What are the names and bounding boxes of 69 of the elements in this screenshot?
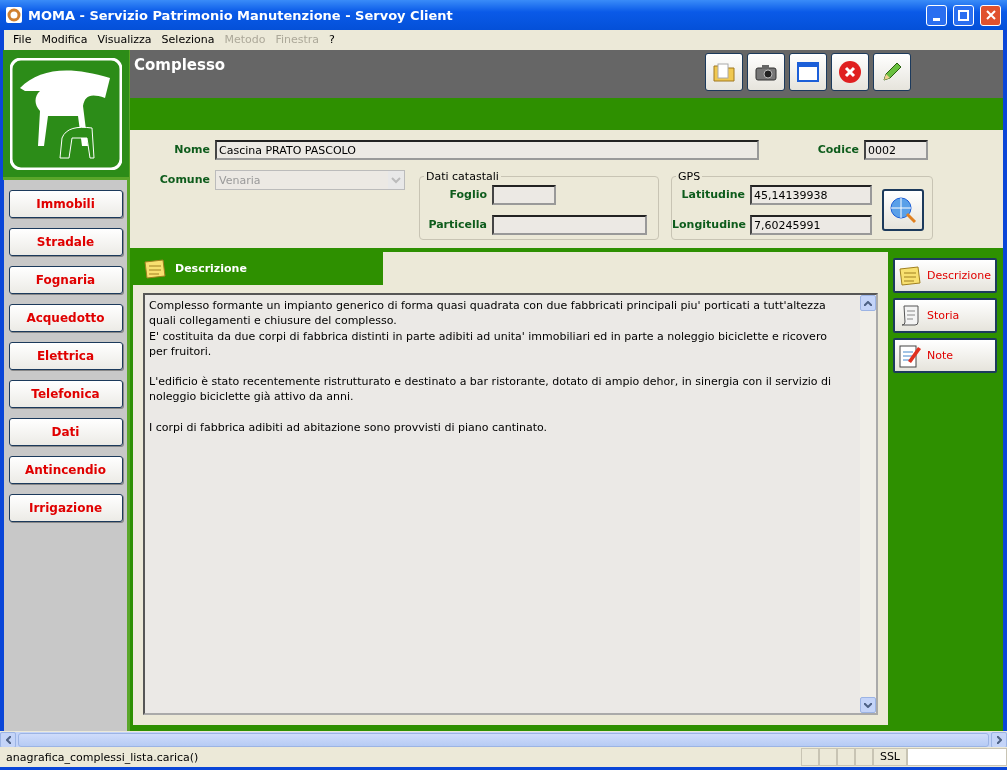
toolbar-button[interactable] — [789, 53, 827, 91]
scroll-up-button[interactable] — [860, 295, 876, 311]
group-title: Dati catastali — [425, 170, 500, 183]
category-button[interactable]: Immobili — [8, 190, 123, 218]
status-cell — [818, 748, 837, 766]
camera-icon — [754, 62, 778, 82]
maximize-icon — [958, 9, 969, 21]
folder-icon — [712, 61, 736, 83]
category-button[interactable]: Irrigazione — [8, 494, 123, 522]
field-label: Latitudine — [680, 187, 746, 203]
menu-item[interactable]: ? — [324, 32, 340, 46]
field-label: Longitudine — [672, 217, 748, 233]
toolbar-button[interactable] — [831, 53, 869, 91]
field-label: Particella — [427, 217, 488, 233]
toolbar-button[interactable] — [705, 53, 743, 91]
note-icon — [898, 264, 922, 287]
category-button[interactable]: Stradale — [8, 228, 123, 256]
scroll-down-button[interactable] — [860, 697, 876, 713]
field-label: Nome — [173, 142, 211, 158]
minimize-icon — [933, 17, 940, 21]
category-button[interactable]: Acquedotto — [8, 304, 123, 332]
globe-search-icon — [889, 196, 917, 224]
scrollbar-thumb[interactable] — [18, 732, 989, 747]
notepad-icon — [898, 342, 922, 369]
code-field[interactable]: 0002 — [864, 140, 928, 160]
close-icon — [838, 60, 862, 84]
menu-item[interactable]: File — [8, 32, 37, 46]
map-search-button[interactable] — [882, 189, 924, 231]
description-textarea[interactable]: Complesso formante un impianto generico di forma quasi quadrata con due fabbricati principali piu' porticati a tutt'altezza quali collegamenti e chiusure del complesso. E' costituita da due corpi di fabbrica distinti in parte adibiti ad unita' immobiliari ed in parte a noleggio biciclette e ricovero per fruitori. L'edificio è stato recentemente ristrutturato e destinato a bar ristorante, dotato di ampio dehor, in sinergia con il servizio di noleggio biciclette già attivo da anni. I corpi di fabbrica adibiti ad abitazione sono provvisti di piano cantinato. — [143, 293, 878, 715]
section-tab-button[interactable]: Note — [893, 338, 997, 373]
tab-title: Descrizione — [175, 262, 247, 275]
note-icon — [143, 257, 167, 280]
close-button[interactable] — [980, 4, 1001, 26]
status-cell — [836, 748, 855, 766]
pencil-icon — [880, 60, 904, 84]
toolbar-button[interactable] — [873, 53, 911, 91]
name-field[interactable]: Cascina PRATO PASCOLO — [215, 140, 759, 160]
category-button[interactable]: Antincendio — [8, 456, 123, 484]
menu-item[interactable]: Seleziona — [156, 32, 220, 46]
category-button[interactable]: Fognaria — [8, 266, 123, 294]
status-cell — [854, 748, 873, 766]
latitude-field[interactable]: 45,14139938 — [750, 185, 872, 205]
app-icon — [6, 7, 22, 23]
menu-item[interactable]: Modifica — [36, 32, 93, 46]
sheet-field[interactable] — [492, 185, 556, 205]
field-label: Comune — [158, 172, 211, 188]
section-tab-button[interactable]: Storia — [893, 298, 997, 333]
longitude-field[interactable]: 7,60245991 — [750, 215, 872, 235]
close-icon — [985, 10, 996, 20]
window-icon — [796, 61, 820, 83]
parcel-field[interactable] — [492, 215, 647, 235]
field-label: Codice — [816, 142, 860, 158]
category-button[interactable]: Elettrica — [8, 342, 123, 370]
status-cell — [800, 748, 819, 766]
window-title: MOMA - Servizio Patrimonio Manutenzione - Servoy Client — [28, 7, 454, 23]
category-button[interactable]: Telefonica — [8, 380, 123, 408]
toolbar-button[interactable] — [747, 53, 785, 91]
maximize-button[interactable] — [953, 4, 974, 26]
status-text: anagrafica_complessi_lista.carica() — [5, 750, 200, 764]
minimize-button[interactable] — [926, 4, 947, 26]
section-title: Complesso — [134, 55, 227, 76]
menu-item[interactable]: Visualizza — [92, 32, 157, 46]
field-label: Foglio — [448, 187, 488, 203]
ssl-indicator: SSL — [872, 748, 907, 766]
scroll-left-button[interactable] — [0, 731, 16, 748]
scroll-right-button[interactable] — [991, 731, 1007, 748]
section-tab-button[interactable]: Descrizione — [893, 258, 997, 293]
category-button[interactable]: Dati — [8, 418, 123, 446]
group-title: GPS — [677, 170, 702, 183]
